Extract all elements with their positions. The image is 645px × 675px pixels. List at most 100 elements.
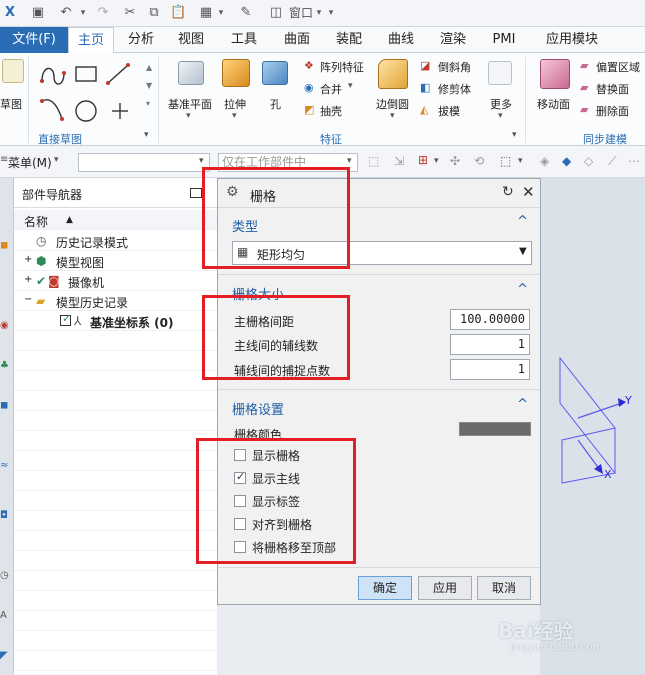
extrude-icon[interactable] [222, 59, 250, 87]
tab-curve[interactable]: 曲线 [378, 27, 424, 53]
process-studio-icon[interactable]: ◘ [0, 510, 8, 521]
customize-qa-icon[interactable]: ▾ [326, 5, 336, 21]
unite-label[interactable]: 合并 [320, 81, 342, 97]
history-tab-icon[interactable]: ◼ [0, 240, 8, 251]
snap2-icon[interactable]: ⇲ [394, 154, 404, 168]
draft-label[interactable]: 拔模 [438, 103, 460, 119]
cancel-button[interactable]: 取消 [477, 576, 531, 600]
more-tools-icon[interactable]: ⋯ [628, 154, 640, 168]
select-box-icon[interactable]: ⬚ [500, 154, 511, 168]
touch-mode-icon[interactable]: ✎ [238, 5, 254, 21]
palette-icon[interactable]: ≈ [0, 460, 8, 471]
grid-dropdown-icon[interactable]: ▾ [216, 5, 226, 21]
tab-home[interactable]: 主页 [68, 27, 114, 54]
more-icon[interactable] [488, 61, 512, 85]
tab-analysis[interactable]: 分析 [118, 27, 164, 53]
collapse-icon[interactable]: − [24, 294, 32, 305]
aux-lines-input[interactable]: 1 [450, 334, 530, 355]
tab-application[interactable]: 应用模块 [534, 27, 610, 53]
move-icon[interactable]: ✣ [450, 154, 460, 168]
tab-surface[interactable]: 曲面 [274, 27, 320, 53]
tab-file[interactable]: 文件(F) [0, 27, 68, 53]
snap-points-input[interactable]: 1 [450, 359, 530, 380]
graphics-window[interactable]: Y X [540, 178, 645, 675]
window-menu-label[interactable]: 窗口 [286, 5, 316, 21]
tree-item-model-history[interactable]: − ▰ 模型历史记录 [14, 291, 217, 311]
undo-icon[interactable]: ↶ [58, 5, 74, 21]
collapse-caret-icon[interactable]: ^ [517, 282, 528, 297]
maximize-icon[interactable] [190, 188, 202, 198]
collapse-caret-icon[interactable]: ^ [517, 397, 528, 412]
datum-plane-label[interactable]: 基准平面 [168, 96, 212, 112]
menu-dropdown-icon[interactable]: ▾ [54, 155, 59, 165]
visibility-checkbox[interactable]: ✓ [60, 312, 71, 326]
point-snap-dropdown-icon[interactable]: ▾ [434, 156, 439, 166]
window-dropdown-icon[interactable]: ▾ [314, 5, 324, 21]
offset-region-label[interactable]: 偏置区域 [596, 59, 640, 75]
edge-blend-label[interactable]: 边倒圆 [376, 96, 409, 112]
menu-button[interactable]: 菜单(M) [8, 154, 52, 171]
hole-label[interactable]: 孔 [270, 96, 281, 112]
settings-section-header[interactable]: 栅格设置 ^ [218, 394, 540, 420]
shaded-view-icon[interactable]: ◆ [562, 154, 571, 168]
role-icon[interactable]: ♣ [0, 360, 9, 371]
edge-blend-icon[interactable] [378, 59, 408, 89]
wire-view-icon[interactable]: ◇ [584, 154, 593, 168]
selection-scope-dropdown-icon[interactable]: ▾ [347, 156, 352, 166]
select-box-dropdown-icon[interactable]: ▾ [518, 156, 523, 166]
expand-icon[interactable]: + [24, 274, 32, 285]
type-filter-dropdown-icon[interactable]: ▾ [199, 156, 204, 166]
undo-dropdown-icon[interactable]: ▾ [78, 5, 88, 21]
move-face-icon[interactable] [540, 59, 570, 89]
direct-sketch-tools[interactable] [36, 59, 144, 127]
sketch-icon[interactable] [2, 59, 24, 83]
array-feature-label[interactable]: 阵列特征 [320, 59, 364, 75]
point-snap-icon[interactable]: ⊞ [418, 153, 428, 167]
ok-button[interactable]: 确定 [358, 576, 412, 600]
sketch-label[interactable]: 草图 [0, 96, 22, 112]
view-icon[interactable]: ◈ [540, 154, 549, 168]
hole-icon[interactable] [262, 61, 288, 85]
system-materials-icon[interactable]: A [0, 610, 7, 621]
chamfer-label[interactable]: 倒斜角 [438, 59, 471, 75]
copy-icon[interactable]: ⧉ [146, 5, 162, 21]
clock-tab-icon[interactable]: ◷ [0, 570, 9, 581]
move-face-label[interactable]: 移动面 [537, 96, 570, 112]
snap-line-icon[interactable]: ⟋ [608, 154, 616, 169]
extrude-label[interactable]: 拉伸 [224, 96, 246, 112]
trim-body-label[interactable]: 修剪体 [438, 81, 471, 97]
main-spacing-input[interactable]: 100.00000 [450, 309, 530, 330]
navigator-column-header[interactable]: 名称 ▲ [14, 210, 217, 230]
tree-item-model-views[interactable]: + ⬢ 模型视图 [14, 251, 217, 271]
tab-render[interactable]: 渲染 [430, 27, 476, 53]
save-icon[interactable]: ▣ [30, 5, 46, 21]
tab-assembly[interactable]: 装配 [326, 27, 372, 53]
tab-view[interactable]: 视图 [168, 27, 214, 53]
delete-face-label[interactable]: 删除面 [596, 103, 629, 119]
grid-icon[interactable]: ▦ [198, 5, 214, 21]
collapse-caret-icon[interactable]: ^ [517, 214, 528, 229]
apply-button[interactable]: 应用 [418, 576, 472, 600]
tree-item-history-mode[interactable]: ◷ 历史记录模式 [14, 231, 217, 251]
paste-icon[interactable]: 📋 [170, 5, 186, 21]
reset-icon[interactable]: ↻ [502, 184, 514, 200]
close-icon[interactable]: ✕ [522, 183, 535, 201]
expand-icon[interactable]: + [24, 254, 32, 265]
tab-pmi[interactable]: PMI [482, 27, 526, 53]
cut-icon[interactable]: ✂ [122, 5, 138, 21]
web-browser-icon[interactable]: ◼ [0, 400, 8, 411]
tree-item-datum-csys[interactable]: ✓ ⅄ 基准坐标系 (0) [14, 311, 217, 331]
shell-label[interactable]: 抽壳 [320, 103, 342, 119]
redo-icon[interactable]: ↷ [95, 5, 111, 21]
system-scenes-icon[interactable]: ◤ [0, 650, 8, 661]
tab-tools[interactable]: 工具 [221, 27, 267, 53]
rotate-icon[interactable]: ⟲ [474, 154, 484, 168]
reuse-library-icon[interactable]: ◉ [0, 320, 9, 331]
more-label[interactable]: 更多 [490, 96, 512, 112]
datum-plane-icon[interactable] [178, 61, 204, 85]
replace-face-label[interactable]: 替换面 [596, 81, 629, 97]
tree-item-cameras[interactable]: + ✔ ◙ 摄像机 [14, 271, 217, 291]
type-filter-combo[interactable] [78, 153, 210, 172]
grid-color-swatch[interactable] [459, 422, 531, 436]
snap-icon[interactable]: ⬚ [368, 154, 379, 168]
